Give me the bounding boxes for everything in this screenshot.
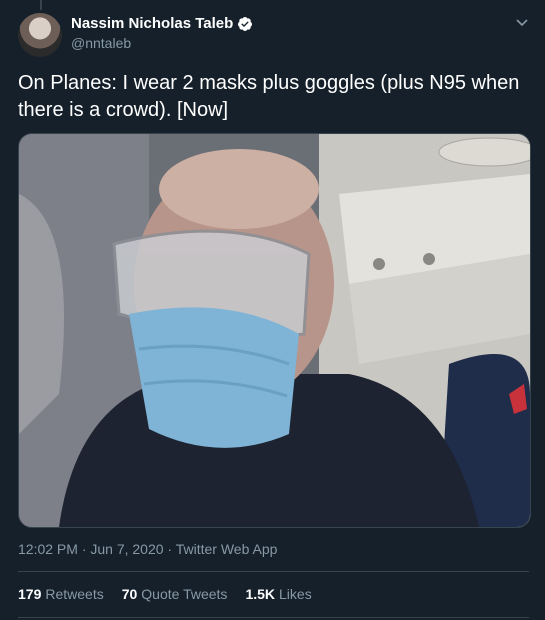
tweet-stats: 179 Retweets 70 Quote Tweets 1.5K Likes <box>18 586 312 602</box>
thread-line <box>40 0 42 10</box>
tweet-photo[interactable] <box>18 133 531 528</box>
photo-scene <box>19 134 530 527</box>
author-name-text: Nassim Nicholas Taleb <box>71 15 234 32</box>
author-handle[interactable]: @nntaleb <box>71 35 131 51</box>
chevron-down-icon[interactable] <box>515 15 529 29</box>
verified-badge-icon <box>238 16 253 31</box>
tweet-timestamp[interactable]: 12:02 PM · Jun 7, 2020 · Twitter Web App <box>18 541 277 557</box>
retweets-stat[interactable]: 179 Retweets <box>18 586 104 602</box>
divider-bottom <box>18 617 529 618</box>
author-name[interactable]: Nassim Nicholas Taleb <box>71 15 253 32</box>
quote-tweets-stat[interactable]: 70 Quote Tweets <box>122 586 228 602</box>
tweet-text: On Planes: I wear 2 masks plus goggles (… <box>18 72 520 121</box>
divider <box>18 571 529 572</box>
likes-stat[interactable]: 1.5K Likes <box>245 586 311 602</box>
avatar[interactable] <box>18 13 62 57</box>
